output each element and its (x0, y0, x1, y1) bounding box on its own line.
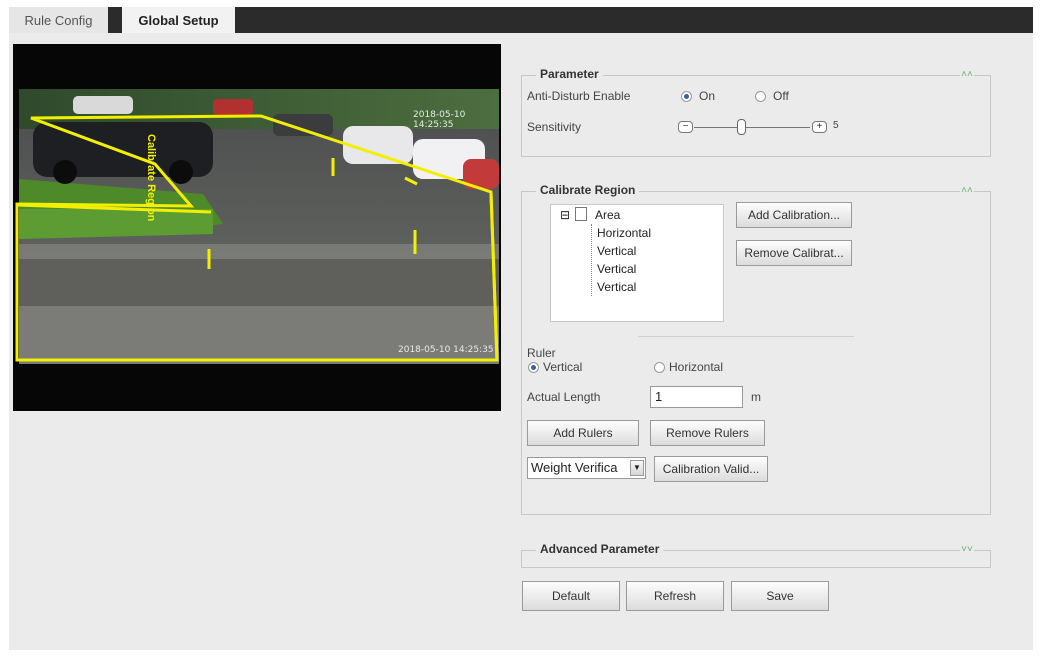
sensitivity-increase-button[interactable]: + (812, 121, 827, 133)
ruler-label: Ruler (527, 346, 556, 360)
parameter-title: Parameter (536, 67, 603, 81)
sensitivity-label: Sensitivity (527, 120, 582, 134)
save-button[interactable]: Save (731, 581, 829, 611)
calibration-tree[interactable]: ⊟ Area Horizontal Vertical Vertical Vert… (550, 204, 724, 322)
tree-expand-icon[interactable]: ⊟ (560, 208, 570, 222)
default-button[interactable]: Default (522, 581, 620, 611)
dropdown-arrow-icon[interactable]: ▼ (630, 460, 644, 476)
anti-disturb-on-label: On (699, 89, 716, 103)
advanced-parameter-group: Advanced Parameter ˅˅ (521, 542, 991, 568)
expand-down-icon[interactable]: ˅˅ (960, 543, 974, 557)
collapse-up-icon[interactable]: ˄˄ (960, 68, 974, 82)
tree-guide-line (591, 224, 592, 296)
anti-disturb-off-radio[interactable] (755, 91, 766, 102)
length-unit: m (751, 390, 761, 404)
ruler-vertical-radio[interactable] (528, 362, 539, 373)
tree-item-vertical[interactable]: Vertical (597, 262, 636, 276)
tree-item-vertical[interactable]: Vertical (597, 280, 636, 294)
ruler-horizontal-radio[interactable] (654, 362, 665, 373)
calibrate-region-overlay-label: Calibrate Region (145, 134, 157, 222)
anti-disturb-off-label: Off (773, 89, 789, 103)
video-frame: Calibrate Region (15, 89, 499, 364)
global-setup-panel: Calibrate Region 2018-05-10 14:25:35 201… (9, 33, 1033, 650)
tree-item-horizontal[interactable]: Horizontal (597, 226, 651, 240)
add-calibration-button[interactable]: Add Calibration... (736, 202, 852, 228)
sensitivity-slider-handle[interactable] (737, 119, 746, 135)
video-timestamp-top: 2018-05-10 14:25:35 (413, 110, 466, 130)
actual-length-label: Actual Length (527, 390, 601, 404)
anti-disturb-on-radio[interactable] (681, 91, 692, 102)
sensitivity-slider-track[interactable] (694, 127, 810, 128)
tree-item-vertical[interactable]: Vertical (597, 244, 636, 258)
tab-bar: Rule Config Global Setup (9, 7, 1033, 33)
remove-calibration-button[interactable]: Remove Calibrat... (736, 240, 852, 266)
add-rulers-button[interactable]: Add Rulers (527, 420, 639, 446)
ruler-horizontal-label: Horizontal (669, 360, 724, 374)
calibrate-region-title: Calibrate Region (536, 183, 640, 197)
anti-disturb-label: Anti-Disturb Enable (527, 89, 631, 103)
verification-type-value: Weight Verifica (531, 460, 618, 475)
verification-type-select[interactable]: Weight Verifica ▼ (527, 457, 646, 479)
remove-rulers-button[interactable]: Remove Rulers (650, 420, 765, 446)
advanced-parameter-title: Advanced Parameter (536, 542, 664, 556)
tree-root-area[interactable]: Area (595, 208, 620, 222)
video-timestamp-bottom: 2018-05-10 14:25:35 (398, 345, 494, 355)
calibration-valid-button[interactable]: Calibration Valid... (654, 456, 768, 482)
refresh-button[interactable]: Refresh (626, 581, 724, 611)
tab-rule-config[interactable]: Rule Config (9, 7, 108, 33)
video-preview[interactable]: Calibrate Region 2018-05-10 14:25:35 201… (13, 44, 501, 411)
divider (638, 336, 854, 337)
folder-icon (575, 207, 587, 221)
parameter-group: Parameter ˄˄ Anti-Disturb Enable On Off … (521, 67, 991, 157)
ruler-vertical-label: Vertical (543, 360, 583, 374)
actual-length-input[interactable]: 1 (650, 386, 743, 408)
sensitivity-value: 5 (833, 120, 839, 131)
collapse-up-icon[interactable]: ˄˄ (960, 184, 974, 198)
calibrate-region-group: Calibrate Region ˄˄ ⊟ Area Horizontal Ve… (521, 183, 991, 515)
sensitivity-decrease-button[interactable]: − (678, 121, 693, 133)
tab-global-setup[interactable]: Global Setup (117, 7, 235, 33)
